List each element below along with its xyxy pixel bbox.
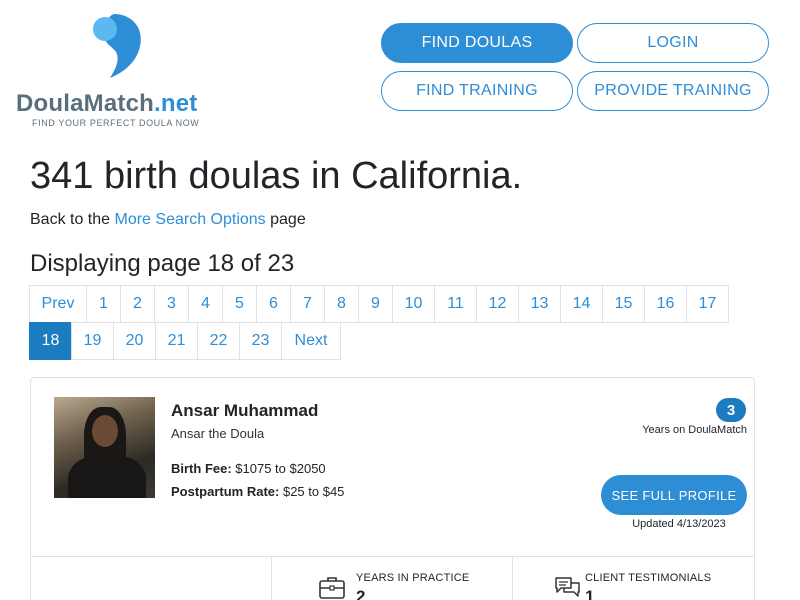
back-link-line: Back to the More Search Options page xyxy=(30,211,306,229)
page-link-3[interactable]: 3 xyxy=(154,285,189,323)
logo-brand-tld: .net xyxy=(154,90,198,117)
page-link-10[interactable]: 10 xyxy=(392,285,435,323)
more-search-options-link[interactable]: More Search Options xyxy=(115,211,266,228)
page-link-9[interactable]: 9 xyxy=(358,285,393,323)
birth-fee-label: Birth Fee: xyxy=(171,461,232,476)
stat-column-empty xyxy=(31,557,272,600)
see-full-profile-button[interactable]: SEE FULL PROFILE xyxy=(601,475,747,515)
postpartum-rate-label: Postpartum Rate: xyxy=(171,484,280,499)
page-link-5[interactable]: 5 xyxy=(222,285,257,323)
page-link-13[interactable]: 13 xyxy=(518,285,561,323)
postpartum-rate: Postpartum Rate: $25 to $45 xyxy=(171,484,344,499)
page-link-22[interactable]: 22 xyxy=(197,322,240,360)
page-link-20[interactable]: 20 xyxy=(113,322,156,360)
doula-business-name: Ansar the Doula xyxy=(171,426,265,441)
doula-photo[interactable] xyxy=(54,397,155,498)
pagination-row: 18 19 20 21 22 23 Next xyxy=(29,322,341,360)
pagination-row: Prev 1 2 3 4 5 6 7 8 9 10 11 12 13 14 15 16 17 xyxy=(29,285,729,323)
logo-wordmark: DoulaMatch.net xyxy=(16,90,197,118)
page-link-11[interactable]: 11 xyxy=(434,285,477,323)
page-link-19[interactable]: 19 xyxy=(71,322,114,360)
birth-fee-value: $1075 to $2050 xyxy=(231,461,326,476)
doula-name[interactable]: Ansar Muhammad xyxy=(171,401,318,421)
site-logo[interactable]: DoulaMatch.net FIND YOUR PERFECT DOULA N… xyxy=(16,12,226,132)
birth-fee: Birth Fee: $1075 to $2050 xyxy=(171,461,326,476)
find-doulas-button[interactable]: FIND DOULAS xyxy=(381,23,573,63)
provide-training-button[interactable]: PROVIDE TRAINING xyxy=(577,71,769,111)
back-suffix: page xyxy=(265,211,306,228)
stat-label: YEARS IN PRACTICE xyxy=(356,572,470,584)
page-link-2[interactable]: 2 xyxy=(120,285,155,323)
briefcase-icon xyxy=(319,577,345,599)
logo-brand-main: DoulaMatch xyxy=(16,90,155,117)
page-link-1[interactable]: 1 xyxy=(86,285,121,323)
logo-tagline: FIND YOUR PERFECT DOULA NOW xyxy=(32,118,200,128)
page-link-21[interactable]: 21 xyxy=(155,322,198,360)
next-page-link[interactable]: Next xyxy=(281,322,341,360)
page-link-4[interactable]: 4 xyxy=(188,285,223,323)
doula-stats: YEARS IN PRACTICE 2 CLIENT TESTIMONIALS … xyxy=(31,556,754,600)
stat-years-in-practice: YEARS IN PRACTICE 2 xyxy=(272,557,513,600)
doula-card: Ansar Muhammad Ansar the Doula Birth Fee… xyxy=(30,377,755,600)
find-training-button[interactable]: FIND TRAINING xyxy=(381,71,573,111)
page-link-23[interactable]: 23 xyxy=(239,322,282,360)
page-indicator-title: Displaying page 18 of 23 xyxy=(30,250,295,277)
page-link-8[interactable]: 8 xyxy=(324,285,359,323)
years-on-site-badge: 3 xyxy=(716,398,746,422)
updated-date: Updated 4/13/2023 xyxy=(632,518,726,530)
page-link-15[interactable]: 15 xyxy=(602,285,645,323)
page-link-12[interactable]: 12 xyxy=(476,285,519,323)
logo-mark-icon xyxy=(93,14,141,78)
stat-value: 1 xyxy=(585,587,595,600)
login-button[interactable]: LOGIN xyxy=(577,23,769,63)
chat-icon xyxy=(555,577,580,597)
page-link-17[interactable]: 17 xyxy=(686,285,729,323)
stat-label: CLIENT TESTIMONIALS xyxy=(585,572,712,584)
page-title: 341 birth doulas in California. xyxy=(30,155,523,197)
postpartum-rate-value: $25 to $45 xyxy=(279,484,345,499)
prev-page-link[interactable]: Prev xyxy=(29,285,87,323)
page-link-18[interactable]: 18 xyxy=(29,322,72,360)
stat-value: 2 xyxy=(356,587,366,600)
years-on-site-label: Years on DoulaMatch xyxy=(642,424,747,436)
page-link-6[interactable]: 6 xyxy=(256,285,291,323)
stat-client-testimonials: CLIENT TESTIMONIALS 1 xyxy=(513,557,754,600)
page-link-7[interactable]: 7 xyxy=(290,285,325,323)
page-link-16[interactable]: 16 xyxy=(644,285,687,323)
page-link-14[interactable]: 14 xyxy=(560,285,603,323)
back-prefix: Back to the xyxy=(30,211,115,228)
